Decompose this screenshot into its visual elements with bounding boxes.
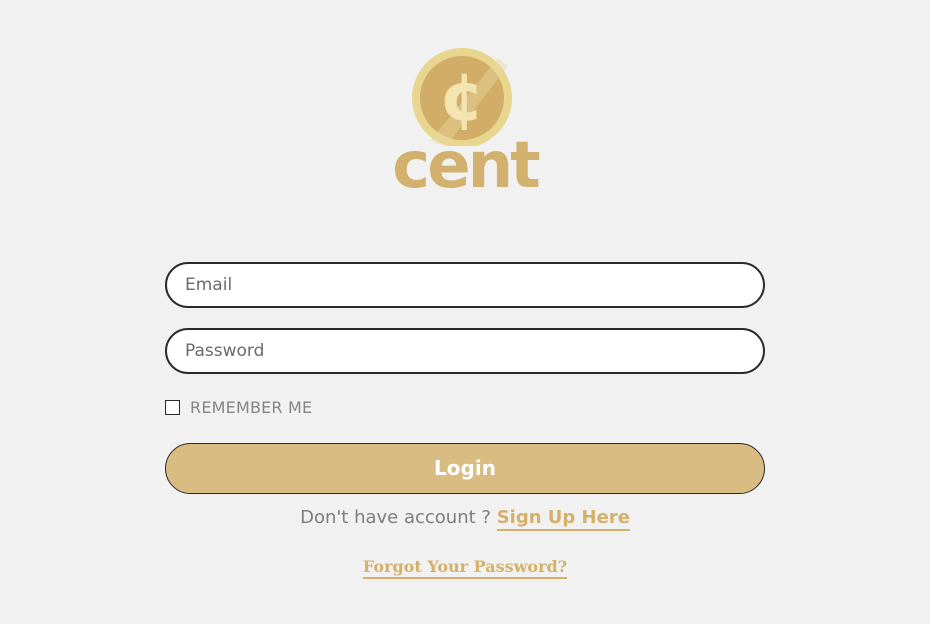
signup-prompt: Don't have account ? [300,507,497,528]
signup-link[interactable]: Sign Up Here [496,507,630,531]
brand-logo: ¢ cent [390,46,541,206]
login-button[interactable]: Login [165,443,765,494]
password-field[interactable] [165,328,765,374]
remember-me-label[interactable]: REMEMBER ME [190,398,312,417]
forgot-row: Forgot Your Password? [165,557,765,579]
remember-me-checkbox[interactable] [165,400,180,415]
coin-symbol: ¢ [439,59,485,136]
email-field[interactable] [165,262,765,308]
forgot-password-link[interactable]: Forgot Your Password? [362,557,568,579]
signup-row: Don't have account ? Sign Up Here [165,507,765,531]
brand-wordmark: cent [392,129,541,203]
remember-me: REMEMBER ME [165,398,312,417]
